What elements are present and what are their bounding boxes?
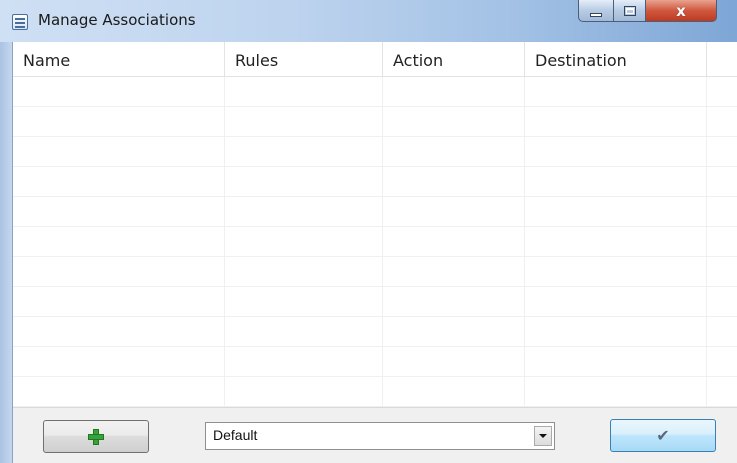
ok-button[interactable]: ✔ [610, 419, 716, 452]
table-header: Name Rules Action Destination [13, 42, 737, 77]
table-row[interactable] [13, 137, 737, 167]
maximize-button[interactable] [613, 0, 646, 22]
table-row[interactable] [13, 377, 737, 407]
close-icon: x [676, 1, 686, 20]
column-header-name[interactable]: Name [13, 42, 225, 76]
title-bar[interactable]: Manage Associations x [0, 0, 737, 42]
dropdown-arrow-button[interactable] [534, 426, 552, 446]
minimize-icon [590, 12, 602, 17]
close-button[interactable]: x [645, 0, 717, 22]
column-header-rules[interactable]: Rules [225, 42, 383, 76]
window-left-border [0, 42, 12, 463]
table-row[interactable] [13, 107, 737, 137]
associations-table[interactable]: Name Rules Action Destination [13, 42, 737, 407]
table-row[interactable] [13, 227, 737, 257]
minimize-button[interactable] [578, 0, 614, 22]
manage-associations-window: Manage Associations x Name Rules Action … [0, 0, 737, 463]
table-body [13, 77, 737, 407]
table-row[interactable] [13, 347, 737, 377]
table-row[interactable] [13, 317, 737, 347]
table-row[interactable] [13, 77, 737, 107]
app-list-icon [12, 14, 28, 30]
column-header-destination[interactable]: Destination [525, 42, 707, 76]
profile-select-value: Default [213, 427, 258, 443]
table-row[interactable] [13, 287, 737, 317]
table-row[interactable] [13, 167, 737, 197]
column-header-action[interactable]: Action [383, 42, 525, 76]
add-association-button[interactable] [43, 420, 149, 453]
profile-select[interactable]: Default [205, 422, 555, 450]
table-row[interactable] [13, 197, 737, 227]
check-icon: ✔ [656, 426, 670, 445]
table-row[interactable] [13, 257, 737, 287]
window-title: Manage Associations [38, 11, 196, 29]
bottom-toolbar: Default ✔ [13, 407, 737, 463]
chevron-down-icon [539, 434, 547, 438]
client-area: Name Rules Action Destination Default ✔ [12, 42, 737, 463]
maximize-icon [623, 5, 636, 16]
plus-icon [88, 428, 104, 445]
